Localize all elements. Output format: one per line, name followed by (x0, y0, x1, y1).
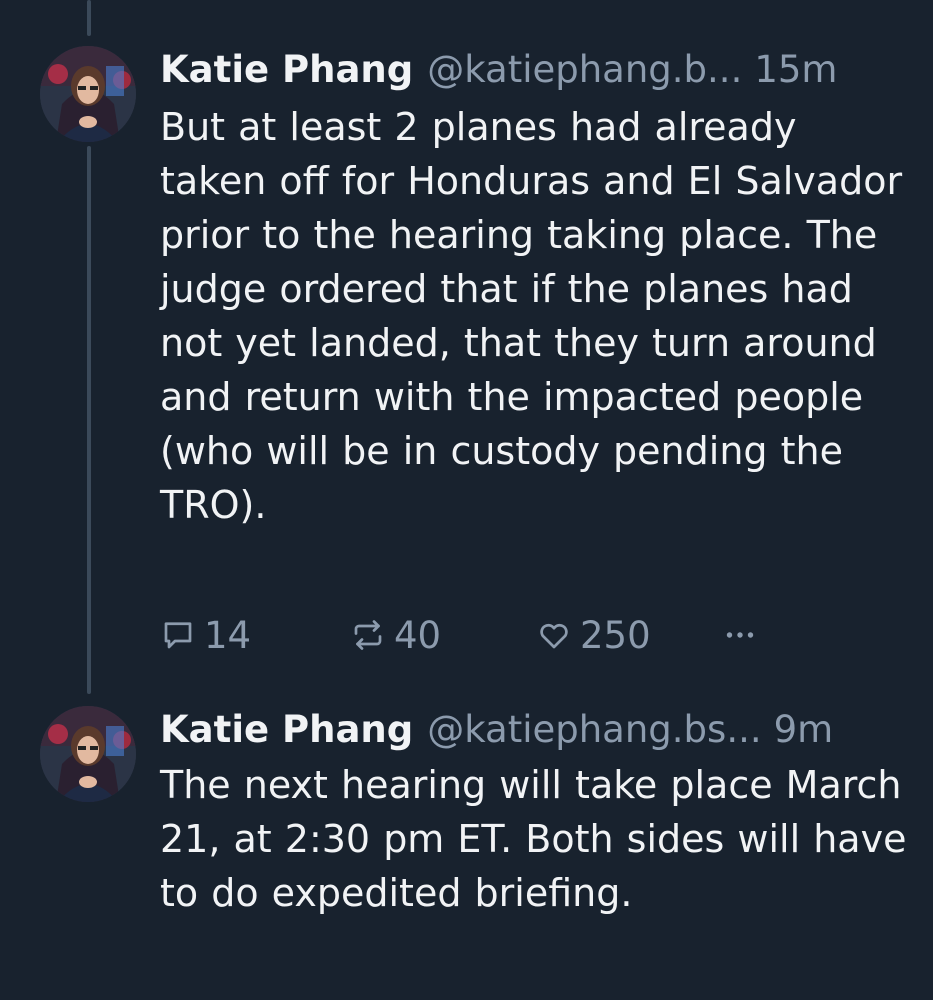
like-count: 250 (580, 613, 651, 657)
post-timestamp[interactable]: 15m (754, 51, 837, 88)
more-options-button[interactable] (722, 610, 766, 660)
avatar[interactable] (40, 706, 136, 802)
post-content: Katie Phang @katiephang.bs... 9m The nex… (160, 700, 910, 920)
post-header: Katie Phang @katiephang.bs... 9m (160, 700, 910, 758)
author-name[interactable]: Katie Phang (160, 711, 413, 748)
heart-icon (540, 623, 568, 649)
reply-count: 14 (204, 613, 252, 657)
repost-count: 40 (394, 613, 442, 657)
speech-bubble-icon (164, 622, 192, 649)
repost-arrows-icon (354, 620, 382, 650)
reply-button[interactable]: 14 (160, 610, 251, 660)
thread-connector-line (87, 146, 91, 694)
repost-button[interactable]: 40 (350, 610, 441, 660)
author-handle[interactable]: @katiephang.bs... (427, 711, 761, 748)
post-text: The next hearing will take place March 2… (160, 763, 907, 915)
post-text: But at least 2 planes had already taken … (160, 105, 903, 527)
ellipsis-icon (726, 632, 754, 638)
author-handle[interactable]: @katiephang.b... (427, 51, 742, 88)
post-header: Katie Phang @katiephang.b... 15m (160, 40, 910, 98)
thread-connector-line (87, 0, 91, 36)
post-actions: 14 40 250 (160, 610, 780, 660)
like-button[interactable]: 250 (536, 610, 651, 660)
avatar[interactable] (40, 46, 136, 142)
author-name[interactable]: Katie Phang (160, 51, 413, 88)
post-content: Katie Phang @katiephang.b... 15m But at … (160, 40, 910, 532)
post-timestamp[interactable]: 9m (774, 711, 834, 748)
